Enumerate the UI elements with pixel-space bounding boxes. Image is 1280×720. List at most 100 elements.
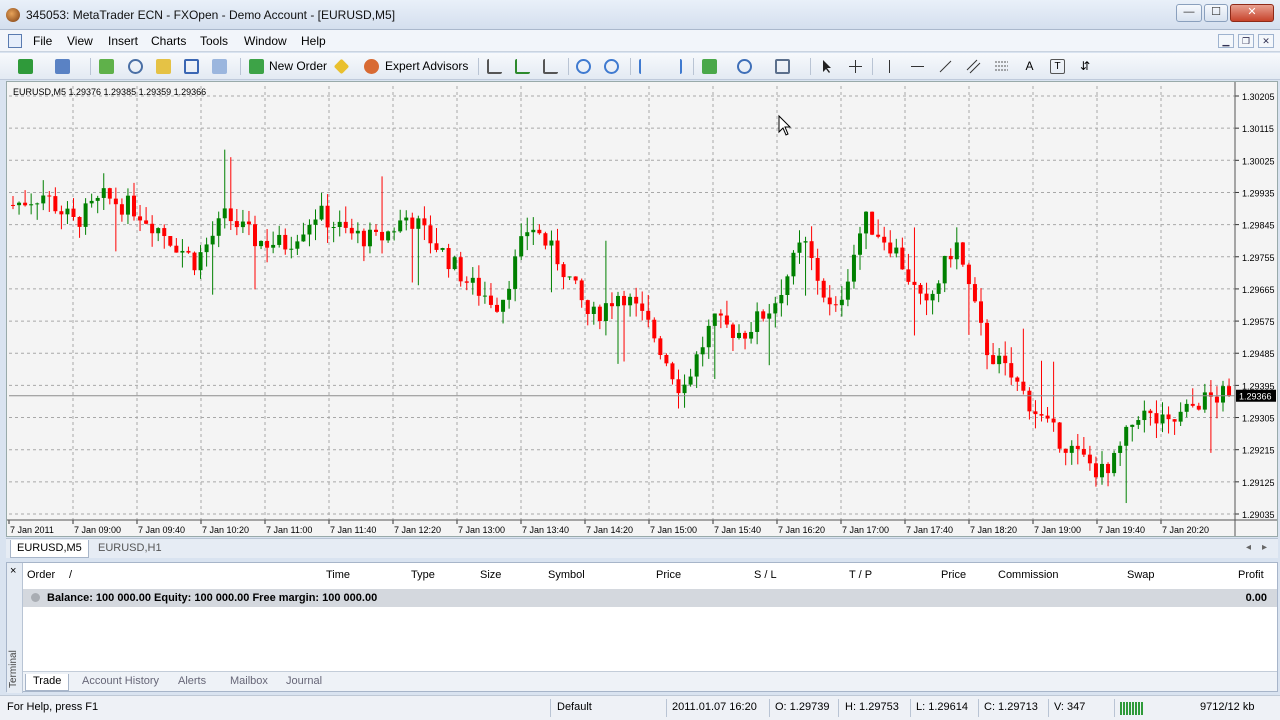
candle-body — [41, 195, 46, 204]
chart-tab-eurusd-h1[interactable]: EURUSD,H1 — [92, 540, 168, 558]
bar-chart-icon[interactable] — [487, 59, 502, 74]
candle-body — [476, 277, 481, 296]
menu-help[interactable]: Help — [301, 34, 326, 48]
expert-advisors-button[interactable]: Expert Advisors — [385, 57, 468, 76]
col-time[interactable]: Time — [326, 569, 350, 581]
chart-tab-eurusd-m5[interactable]: EURUSD,M5 — [10, 540, 89, 558]
candle-body — [174, 245, 179, 253]
menu-window[interactable]: Window — [244, 34, 287, 48]
templates-icon[interactable] — [775, 59, 790, 74]
col-commission[interactable]: Commission — [998, 569, 1059, 581]
candle-body — [361, 230, 366, 247]
col-tp[interactable]: T / P — [849, 569, 872, 581]
mdi-restore-icon[interactable]: ❐ — [1238, 34, 1254, 48]
col-size[interactable]: Size — [480, 569, 501, 581]
candle-body — [446, 248, 451, 270]
maximize-button[interactable]: ☐ — [1204, 4, 1228, 22]
trendline-icon[interactable] — [938, 59, 953, 74]
zoom-out-icon[interactable] — [604, 59, 619, 74]
col-symbol[interactable]: Symbol — [548, 569, 585, 581]
periods-icon[interactable] — [737, 59, 752, 74]
line-chart-icon[interactable] — [543, 59, 558, 74]
menu-insert[interactable]: Insert — [108, 34, 138, 48]
zoom-in-icon[interactable] — [576, 59, 591, 74]
auto-scroll-icon[interactable] — [639, 59, 654, 74]
candle-body — [652, 319, 657, 339]
menu-file[interactable]: File — [33, 34, 52, 48]
metaeditor-icon[interactable] — [333, 58, 350, 75]
status-profile[interactable]: Default — [557, 701, 592, 713]
candle-body — [948, 255, 953, 260]
col-sl[interactable]: S / L — [754, 569, 777, 581]
market-watch-icon[interactable] — [99, 59, 114, 74]
col-profit[interactable]: Profit — [1238, 569, 1264, 581]
new-order-button[interactable]: New Order — [269, 57, 327, 76]
col-swap[interactable]: Swap — [1127, 569, 1155, 581]
close-button[interactable]: ✕ — [1230, 4, 1274, 22]
candle-body — [1112, 452, 1117, 474]
candle-body — [398, 220, 403, 232]
tab-journal[interactable]: Journal — [279, 674, 329, 691]
tab-trade[interactable]: Trade — [25, 674, 70, 691]
crosshair-icon[interactable] — [848, 59, 863, 74]
indicators-icon[interactable] — [702, 59, 717, 74]
menu-charts[interactable]: Charts — [151, 34, 186, 48]
data-window-icon[interactable] — [128, 59, 143, 74]
mdi-close-icon[interactable]: ✕ — [1258, 34, 1274, 48]
balance-row[interactable]: Balance: 100 000.00 Equity: 100 000.00 F… — [23, 589, 1277, 607]
cursor-icon[interactable] — [820, 59, 835, 74]
col-type[interactable]: Type — [411, 569, 435, 581]
arrows-icon[interactable]: ⇵ — [1080, 59, 1095, 74]
new-chart-icon[interactable] — [18, 59, 33, 74]
menu-view[interactable]: View — [67, 34, 93, 48]
text-label-icon[interactable]: T — [1050, 59, 1065, 74]
candle-body — [23, 202, 28, 206]
candlestick-icon[interactable] — [515, 59, 530, 74]
candle-body — [864, 211, 869, 234]
mdi-minimize-icon[interactable]: ▁ — [1218, 34, 1234, 48]
tab-scroll-right-icon[interactable]: ▸ — [1262, 542, 1267, 553]
minimize-button[interactable]: — — [1176, 4, 1202, 22]
col-price-current[interactable]: Price — [941, 569, 966, 581]
candle-body — [1214, 396, 1219, 403]
new-order-icon — [249, 59, 264, 74]
chart-area[interactable]: 1.30205 1.30115 1.30025 1.29935 1.29845 1.297… — [6, 81, 1278, 537]
profiles-icon[interactable] — [55, 59, 70, 74]
vertical-line-icon[interactable] — [882, 59, 897, 74]
col-order[interactable]: Order — [27, 569, 55, 581]
tab-mailbox[interactable]: Mailbox — [223, 674, 275, 691]
candle-body — [319, 205, 324, 220]
candle-body — [428, 225, 433, 244]
navigator-icon[interactable] — [156, 59, 171, 74]
col-price[interactable]: Price — [656, 569, 681, 581]
candle-body — [918, 284, 923, 294]
tab-account-history[interactable]: Account History — [75, 674, 166, 691]
candlestick-chart[interactable]: 1.30205 1.30115 1.30025 1.29935 1.29845 1.297… — [7, 82, 1277, 536]
strategy-tester-icon[interactable] — [212, 59, 227, 74]
candle-body — [979, 301, 983, 323]
fibonacci-icon[interactable] — [994, 59, 1009, 74]
tab-scroll-left-icon[interactable]: ◂ — [1246, 542, 1251, 553]
menu-tools[interactable]: Tools — [200, 34, 228, 48]
horizontal-line-icon[interactable] — [910, 59, 925, 74]
terminal-close-icon[interactable]: × — [10, 565, 16, 577]
connection-status-icon[interactable] — [1120, 702, 1144, 715]
text-icon[interactable]: A — [1022, 59, 1037, 74]
status-volume: V: 347 — [1054, 701, 1086, 713]
tab-alerts[interactable]: Alerts — [171, 674, 213, 691]
terminal-icon[interactable] — [184, 59, 199, 74]
candle-body — [803, 241, 808, 243]
candle-body — [706, 325, 711, 348]
candle-body — [640, 303, 645, 311]
price-tick-label: 1.29935 — [1242, 188, 1275, 198]
expert-advisors-icon — [364, 59, 379, 74]
candle-body — [1178, 411, 1183, 422]
equidistant-channel-icon[interactable] — [966, 59, 981, 74]
candle-body — [785, 276, 790, 295]
candle-body — [876, 234, 881, 237]
candle-body — [35, 203, 40, 205]
time-tick-label: 7 Jan 11:00 — [266, 525, 312, 535]
chart-shift-icon[interactable] — [667, 59, 682, 74]
candle-body — [501, 299, 506, 312]
candle-body — [1136, 420, 1141, 425]
